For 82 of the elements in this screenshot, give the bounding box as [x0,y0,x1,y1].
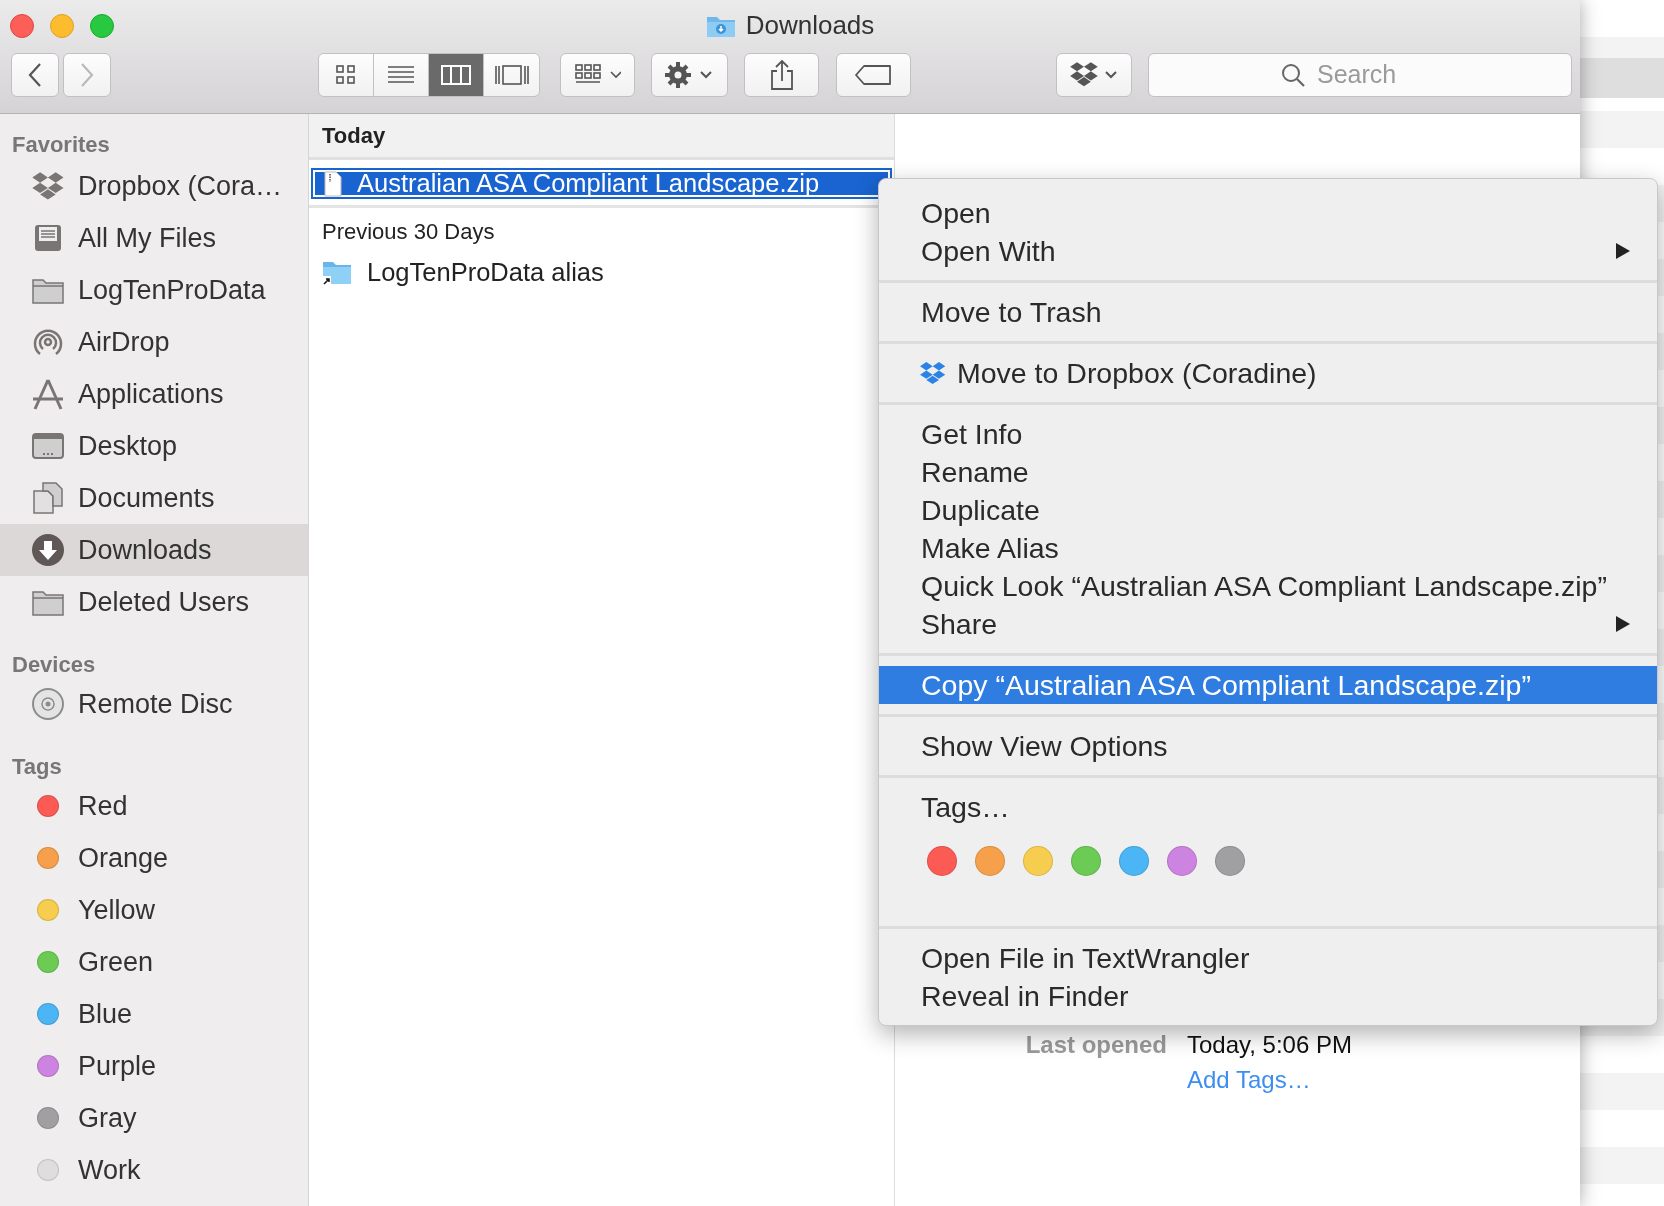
grid-icon [335,63,357,86]
download-icon [31,533,65,567]
menu-item[interactable]: Duplicate [879,491,1657,529]
sidebar-item[interactable]: Dropbox (Cora… [0,160,308,212]
sidebar-heading: Devices [11,651,97,678]
gear-icon [664,60,715,89]
sidebar-item[interactable]: Desktop [0,420,308,472]
sidebar-item[interactable]: Red [0,780,308,832]
sidebar-item[interactable]: Documents [0,472,308,524]
sidebar-heading: Tags [11,753,63,780]
back-button[interactable] [11,52,59,97]
disc-icon [31,687,65,721]
dropbox-icon [1069,60,1119,89]
window-title: Downloads [745,10,875,41]
sidebar-item[interactable]: All My Files [0,212,308,264]
share-icon [768,58,795,91]
search-field[interactable]: Search [1148,52,1572,97]
tag-dot[interactable] [975,846,1005,876]
view-mode-button[interactable] [429,53,484,96]
menu-item[interactable]: Tags… [879,788,1657,826]
view-mode-button[interactable] [374,53,429,96]
list-icon [387,63,415,86]
menu-item[interactable]: Share [879,605,1657,643]
dropbox-button[interactable] [1056,52,1132,97]
menu-item[interactable]: Make Alias [879,529,1657,567]
forward-icon [80,61,94,88]
zoom-button[interactable] [90,14,114,38]
submenu-arrow-icon [1615,242,1631,260]
action-button[interactable] [651,52,728,97]
share-button[interactable] [744,52,819,97]
sidebar-item[interactable]: Gray [0,1092,308,1144]
menu-item[interactable]: Show View Options [879,727,1657,765]
menu-item[interactable]: Quick Look “Australian ASA Compliant Landscape.zip” [879,567,1657,605]
menu-item[interactable]: Get Info [879,415,1657,453]
close-button[interactable] [10,14,34,38]
sidebar-heading: Favorites [11,131,111,158]
sidebar-item[interactable]: Work [0,1144,308,1196]
sidebar-item[interactable]: Deleted Users [0,576,308,628]
tag-dot[interactable] [927,846,957,876]
documents-icon [31,481,65,515]
tags-button[interactable] [836,52,911,97]
gallery-icon [493,63,530,86]
tag-dot[interactable] [1119,846,1149,876]
menu-item[interactable]: Reveal in Finder [879,977,1657,1015]
sidebar-item[interactable]: Green [0,936,308,988]
tag-dot[interactable] [1071,846,1101,876]
submenu-arrow-icon [1615,615,1631,633]
sidebar-item[interactable]: Purple [0,1040,308,1092]
view-mode-button[interactable] [319,53,374,96]
tag-dot[interactable] [1215,846,1245,876]
info-value: Today, 5:06 PM [1187,1031,1353,1059]
zip-file-icon [323,170,343,197]
menu-item[interactable]: Rename [879,453,1657,491]
tag-dot[interactable] [1023,846,1053,876]
sidebar-item[interactable]: Orange [0,832,308,884]
group-heading: Previous 30 Days [321,218,496,246]
menu-item[interactable]: Move to Trash [879,293,1657,331]
sidebar-item[interactable]: Yellow [0,884,308,936]
file-row[interactable]: Australian ASA Compliant Landscape.zip [311,168,892,199]
info-label: Last opened [1024,1031,1167,1059]
view-mode-button[interactable] [484,53,539,96]
sidebar-item[interactable]: Remote Disc [0,678,308,730]
sidebar-item[interactable]: LogTenProData [0,264,308,316]
sidebar-item[interactable]: AirDrop [0,316,308,368]
compass-ruler-icon [30,377,66,411]
columns-icon [441,63,471,86]
sidebar-item[interactable]: Blue [0,988,308,1040]
group-heading: Today [309,114,894,160]
back-icon [28,61,42,88]
menu-item[interactable]: Move to Dropbox (Coradine) [879,354,1657,392]
desktop-icon [31,431,65,461]
arrange-button[interactable] [560,52,635,97]
tag-dot[interactable] [1167,846,1197,876]
view-switcher[interactable] [318,52,540,97]
sidebar-item[interactable]: Downloads [0,524,308,576]
search-icon [1280,61,1306,88]
tag-icon [854,63,893,86]
sidebar-item[interactable]: Applications [0,368,308,420]
dropbox-icon [31,171,65,201]
menu-item[interactable]: Open File in TextWrangler [879,939,1657,977]
dropbox-icon [919,361,947,385]
menu-item[interactable]: Copy “Australian ASA Compliant Landscape.zip” [879,666,1657,704]
